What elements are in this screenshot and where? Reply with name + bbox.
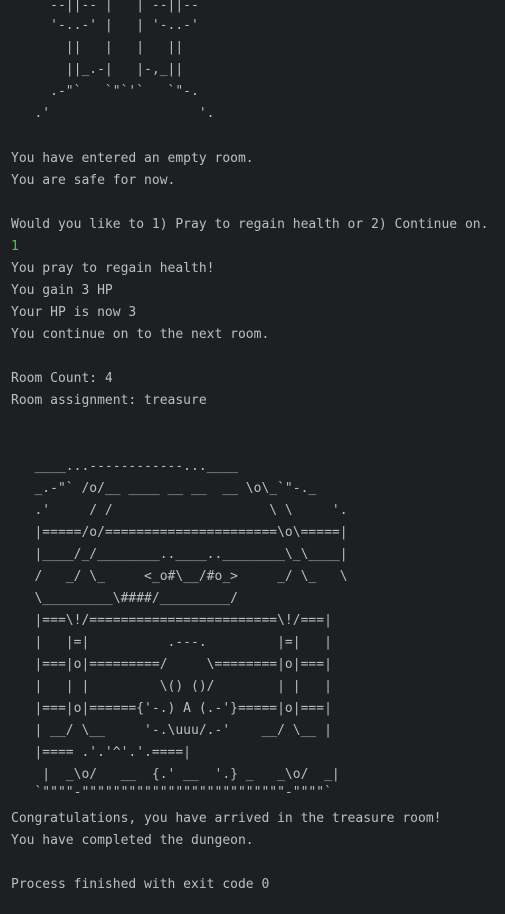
ascii-art-line: .-"` `"`'` `"-. (11, 84, 199, 99)
room-assignment-line: Room assignment: treasure (11, 393, 207, 408)
room-count-line: Room Count: 4 (11, 371, 113, 386)
console-message: You have completed the dungeon. (11, 833, 254, 848)
ascii-art-line: ||_.-| |-,_|| (11, 62, 184, 77)
user-input-echo: 1 (11, 239, 19, 254)
console-message: Your HP is now 3 (11, 305, 137, 320)
console-prompt: Would you like to 1) Pray to regain heal… (11, 217, 489, 232)
ascii-art-line: || | | || (11, 40, 184, 55)
treasure-art-line: |=====/o/======================\o\=====| (11, 525, 348, 540)
console-message: You gain 3 HP (11, 283, 113, 298)
treasure-art-line: / _/ \_ <_o#\__/#o_> _/ \_ \ (11, 569, 348, 584)
treasure-art-line: | __/ \__ '-.\uuu/.-' __/ \__ | (11, 723, 332, 738)
run-console-output[interactable]: --||-- | | --||-- '-..-' | | '-..-' || |… (0, 0, 505, 914)
console-message: You pray to regain health! (11, 261, 215, 276)
treasure-art-line: _.-"` /o/__ ____ __ __ __ \o\_`"-._ (11, 481, 317, 496)
console-message: Congratulations, you have arrived in the… (11, 811, 442, 826)
treasure-art-line: .' / / \ \ '. (11, 503, 348, 518)
treasure-art-line: \_________\####/_________/ (11, 591, 238, 606)
console-message: You continue on to the next room. (11, 327, 270, 342)
ascii-art-line: .' '. (11, 106, 215, 121)
treasure-art-line: | |=| .---. |=| | (11, 635, 332, 650)
treasure-art-line: |===\!/========================\!/===| (11, 613, 332, 628)
process-exit-message: Process finished with exit code 0 (11, 877, 270, 892)
treasure-art-line: | | | \() ()/ | | | (11, 679, 332, 694)
treasure-art-line: |____/_/________..____..________\_\____| (11, 547, 348, 562)
console-message: You are safe for now. (11, 173, 176, 188)
ascii-art-line: '-..-' | | '-..-' (11, 18, 199, 33)
treasure-art-line: |==== .'.'^'.'.====| (11, 745, 192, 760)
treasure-art-line: |===|o|=========/ \========|o|===| (11, 657, 332, 672)
treasure-art-line: ____...------------...____ (11, 459, 238, 474)
treasure-art-line: `""""-""""""""""""""""""""""""""-""""` (11, 785, 332, 800)
console-message: You have entered an empty room. (11, 151, 254, 166)
treasure-art-line: |===|o|======{'-.) A (.-'}=====|o|===| (11, 701, 332, 716)
